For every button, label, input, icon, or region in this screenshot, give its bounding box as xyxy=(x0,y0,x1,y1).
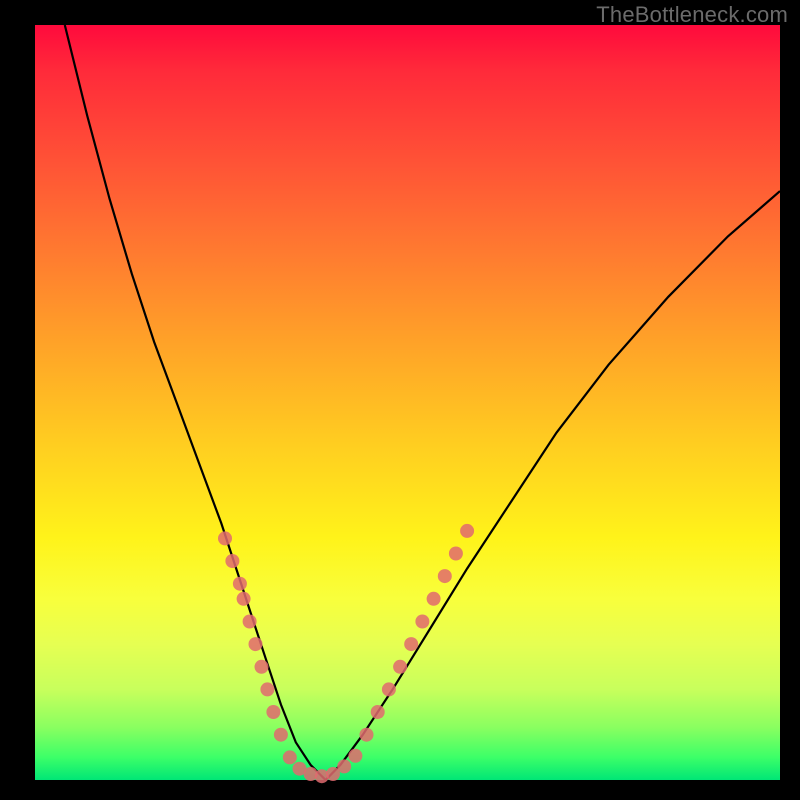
plot-area xyxy=(35,25,780,780)
data-marker xyxy=(460,524,474,538)
data-marker xyxy=(427,592,441,606)
data-marker xyxy=(237,592,251,606)
data-marker xyxy=(382,682,396,696)
data-marker xyxy=(266,705,280,719)
data-marker xyxy=(283,750,297,764)
data-marker xyxy=(249,637,263,651)
data-marker xyxy=(274,728,288,742)
data-marker xyxy=(415,615,429,629)
data-marker xyxy=(243,615,257,629)
curve-line xyxy=(65,25,780,780)
bottleneck-curve-path xyxy=(65,25,780,780)
data-marker xyxy=(449,547,463,561)
data-markers xyxy=(218,524,474,783)
data-marker xyxy=(404,637,418,651)
data-marker xyxy=(360,728,374,742)
data-marker xyxy=(218,531,232,545)
data-marker xyxy=(337,759,351,773)
chart-svg xyxy=(35,25,780,780)
data-marker xyxy=(260,682,274,696)
chart-frame: TheBottleneck.com xyxy=(0,0,800,800)
data-marker xyxy=(225,554,239,568)
data-marker xyxy=(255,660,269,674)
data-marker xyxy=(393,660,407,674)
watermark-text: TheBottleneck.com xyxy=(596,2,788,28)
data-marker xyxy=(233,577,247,591)
data-marker xyxy=(348,749,362,763)
data-marker xyxy=(438,569,452,583)
data-marker xyxy=(371,705,385,719)
